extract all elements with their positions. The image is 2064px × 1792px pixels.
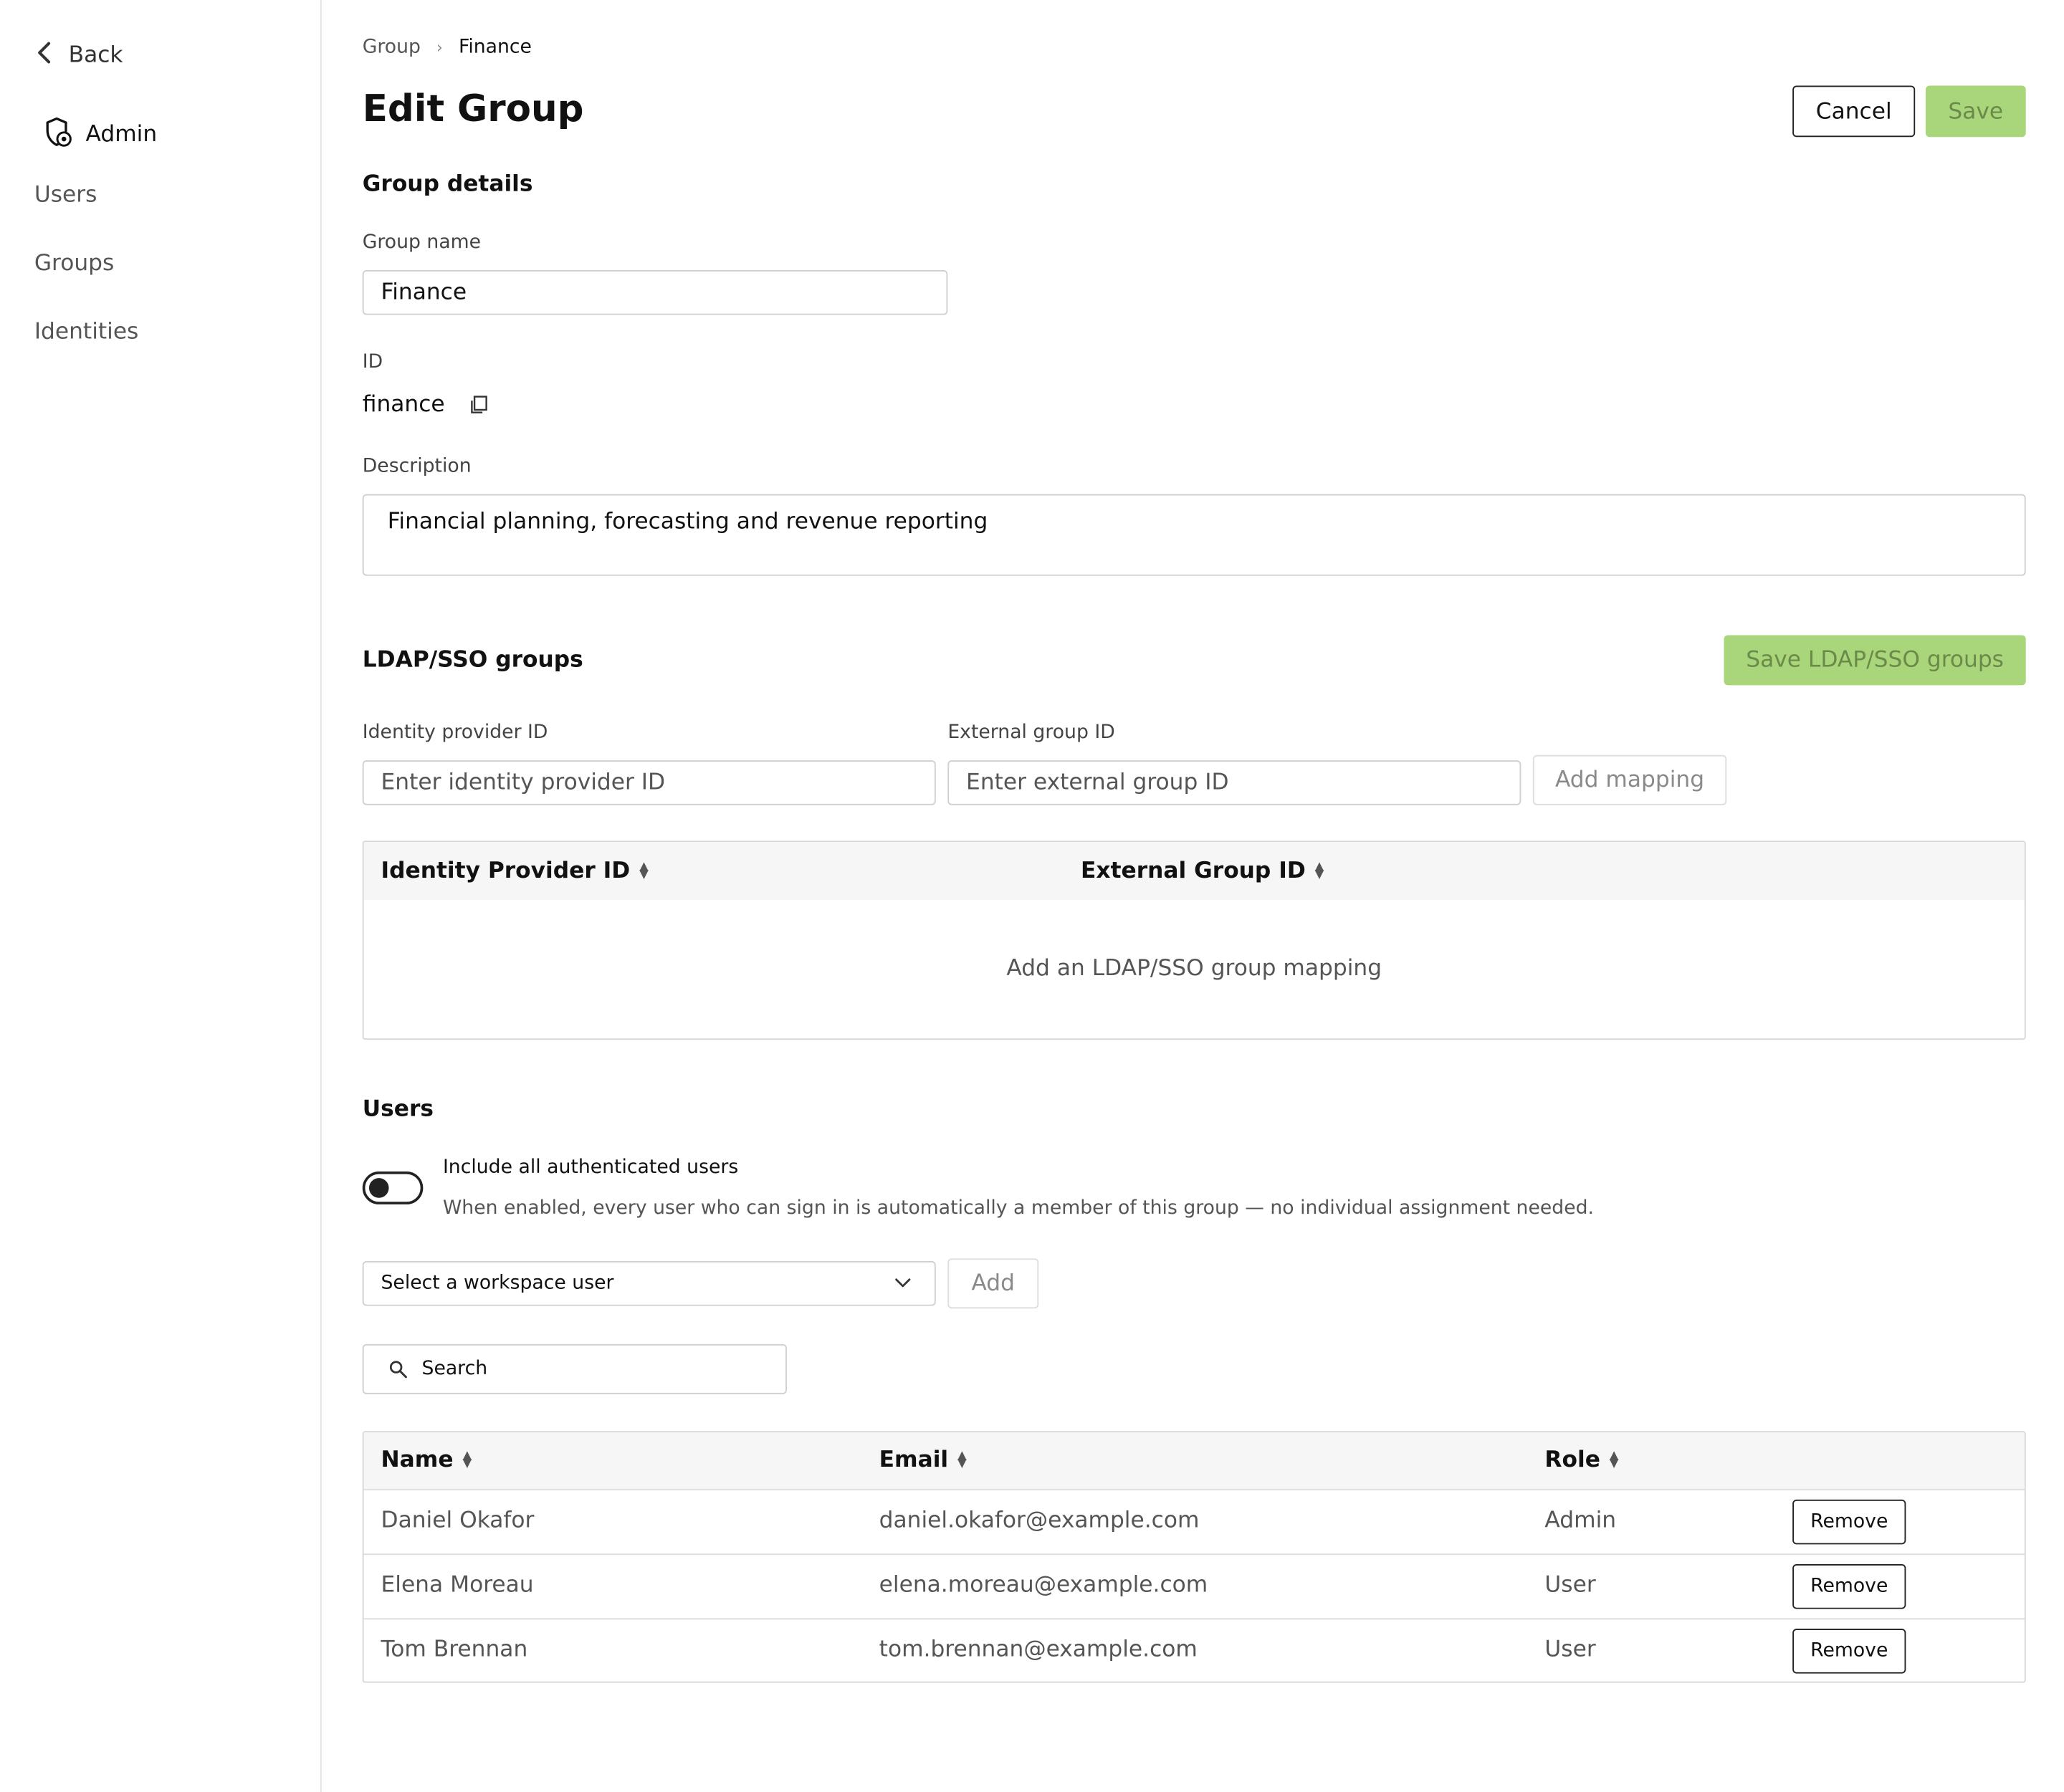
group-details-title: Group details [362, 171, 533, 198]
user-name: Tom Brennan [381, 1637, 528, 1663]
copy-icon[interactable] [470, 395, 489, 415]
sort-icon: ▲ ▼ [1314, 860, 1324, 882]
column-header-name-label: Name [381, 1447, 454, 1474]
toggle-knob [368, 1178, 389, 1198]
user-role: Admin [1544, 1507, 1617, 1534]
user-email: daniel.okafor@example.com [879, 1507, 1200, 1534]
add-user-button[interactable]: Add [947, 1258, 1039, 1309]
breadcrumb: Group › Finance [363, 37, 532, 57]
users-table-header: Name ▲ ▼ Email ▲ ▼ Role ▲ ▼ [363, 1432, 2025, 1490]
sort-icon: ▲ ▼ [1609, 1450, 1619, 1471]
group-name-label: Group name [362, 231, 482, 254]
id-value: finance [362, 391, 445, 418]
sidebar-item-identities[interactable]: Identities [34, 319, 139, 345]
column-header-email[interactable]: Email ▲ ▼ [879, 1447, 967, 1473]
user-role: User [1544, 1637, 1596, 1663]
id-row: finance [363, 391, 489, 418]
users-title: Users [362, 1096, 434, 1123]
column-header-ext-group-label: External Group ID [1081, 858, 1306, 885]
back-link[interactable]: Back [34, 39, 123, 71]
remove-label: Remove [1810, 1576, 1888, 1597]
user-name: Elena Moreau [381, 1572, 534, 1599]
column-header-ext-group[interactable]: External Group ID ▲ ▼ [1081, 858, 1324, 884]
remove-user-button[interactable]: Remove [1792, 1629, 1906, 1674]
ext-group-label: External group ID [947, 722, 1115, 744]
admin-heading: Admin [44, 116, 158, 153]
column-header-idp-label: Identity Provider ID [381, 858, 631, 885]
search-placeholder: Search [421, 1359, 488, 1380]
ext-group-input[interactable]: Enter external group ID [947, 760, 1521, 805]
sidebar-item-groups[interactable]: Groups [34, 250, 114, 277]
sidebar: Back Admin Users Groups Identities [0, 0, 322, 1792]
remove-user-button[interactable]: Remove [1792, 1499, 1906, 1545]
sort-icon: ▲ ▼ [639, 860, 649, 882]
description-label: Description [362, 456, 472, 477]
breadcrumb-group-link[interactable]: Group [363, 37, 421, 57]
table-row: Elena Moreau elena.moreau@example.com Us… [364, 1555, 2025, 1618]
page-title: Edit Group [362, 87, 584, 131]
ldap-table-header: Identity Provider ID ▲ ▼ External Group I… [363, 842, 2025, 901]
toggle-description: When enabled, every user who can sign in… [442, 1197, 1595, 1220]
group-name-value: Finance [381, 279, 467, 306]
save-ldap-groups-button[interactable]: Save LDAP/SSO groups [1724, 635, 2026, 686]
add-mapping-label: Add mapping [1554, 767, 1705, 794]
table-row: Daniel Okafor daniel.okafor@example.com … [364, 1490, 2025, 1553]
cancel-button[interactable]: Cancel [1792, 85, 1916, 138]
add-user-label: Add [971, 1270, 1016, 1297]
ext-group-placeholder: Enter external group ID [966, 770, 1229, 796]
id-label: ID [362, 352, 383, 373]
save-button[interactable]: Save [1925, 85, 2026, 138]
app-root: Back Admin Users Groups Identities Group… [0, 0, 2064, 1792]
description-value: Financial planning, forecasting and reve… [387, 508, 988, 535]
remove-user-button[interactable]: Remove [1792, 1564, 1906, 1609]
group-name-input[interactable]: Finance [362, 270, 948, 315]
chevron-down-icon [895, 1273, 911, 1294]
column-header-email-label: Email [879, 1447, 949, 1474]
users-table: Name ▲ ▼ Email ▲ ▼ Role ▲ ▼ Daniel Okafor d… [362, 1431, 2026, 1683]
column-header-idp[interactable]: Identity Provider ID ▲ ▼ [381, 858, 648, 884]
ldap-table: Identity Provider ID ▲ ▼ External Group I… [362, 840, 2026, 1040]
column-header-name[interactable]: Name ▲ ▼ [381, 1447, 472, 1473]
table-row: Tom Brennan tom.brennan@example.com User… [364, 1619, 2025, 1682]
column-header-role-label: Role [1544, 1447, 1600, 1474]
user-role: User [1544, 1572, 1596, 1599]
chevron-left-icon [34, 39, 55, 71]
toggle-label: Include all authenticated users [442, 1156, 739, 1179]
admin-label: Admin [85, 121, 158, 148]
include-all-users-toggle[interactable] [362, 1171, 424, 1204]
search-icon [389, 1360, 408, 1379]
save-button-label: Save [1948, 98, 2004, 125]
sort-icon: ▲ ▼ [462, 1450, 472, 1471]
chevron-right-icon: › [436, 38, 443, 57]
user-name: Daniel Okafor [381, 1507, 535, 1534]
remove-label: Remove [1810, 1511, 1888, 1533]
workspace-user-select[interactable]: Select a workspace user [362, 1261, 936, 1306]
idp-placeholder: Enter identity provider ID [381, 770, 666, 796]
column-header-role[interactable]: Role ▲ ▼ [1544, 1447, 1618, 1473]
ldap-title: LDAP/SSO groups [362, 646, 583, 674]
add-mapping-button[interactable]: Add mapping [1532, 754, 1727, 805]
workspace-user-placeholder: Select a workspace user [381, 1273, 614, 1294]
breadcrumb-current: Finance [458, 37, 532, 58]
idp-label: Identity provider ID [362, 722, 548, 744]
search-input[interactable]: Search [362, 1343, 787, 1394]
user-email: tom.brennan@example.com [879, 1637, 1198, 1663]
description-textarea[interactable]: Financial planning, forecasting and reve… [362, 494, 2026, 576]
cancel-button-label: Cancel [1815, 98, 1892, 125]
save-ldap-label: Save LDAP/SSO groups [1746, 646, 2004, 674]
sort-icon: ▲ ▼ [957, 1450, 967, 1471]
idp-input[interactable]: Enter identity provider ID [362, 760, 936, 805]
shield-gear-icon [44, 116, 72, 153]
back-label: Back [68, 42, 123, 69]
sidebar-item-users[interactable]: Users [34, 182, 97, 209]
remove-label: Remove [1810, 1640, 1888, 1662]
user-email: elena.moreau@example.com [879, 1572, 1208, 1599]
ldap-empty-state: Add an LDAP/SSO group mapping [1006, 955, 1382, 982]
